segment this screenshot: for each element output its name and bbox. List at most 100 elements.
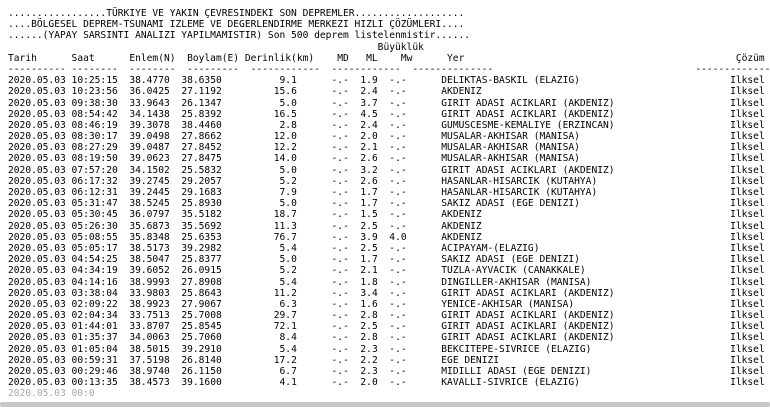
cell-solution: Ilksel [730, 254, 765, 266]
cell-solution: Ilksel [730, 75, 765, 87]
cell-lat: 33.9803 [129, 287, 170, 299]
cell-lat: 33.7513 [129, 310, 170, 322]
cell-md: -.- [331, 343, 349, 355]
table-row: 2020.05.03 04:14:16 38.9993 27.8908 5.4 … [8, 277, 770, 288]
cell-depth: 72.1 [273, 321, 297, 333]
cell-ml: 3.2 [360, 164, 378, 176]
cell-location: DINGILLER-AKHISAR (MANISA) [441, 276, 731, 288]
table-row: 2020.05.03 06:12:31 39.2445 29.1683 7.9 … [8, 187, 770, 198]
cell-ml: 2.8 [360, 310, 378, 322]
cell-lat: 33.9643 [129, 97, 170, 109]
cell-time: 10:23:56 [71, 86, 118, 98]
cell-lat: 38.5245 [129, 198, 170, 210]
cell-depth: 12.2 [273, 142, 297, 154]
cell-location: AKDENIZ [441, 209, 731, 221]
cell-md: -.- [331, 187, 349, 198]
horizontal-scrollbar[interactable] [0, 401, 770, 408]
cell-mw: -.- [389, 276, 407, 288]
cell-lon: 25.8377 [181, 254, 222, 266]
cell-depth: 6.3 [279, 298, 297, 310]
cell-lon: 35.5182 [181, 209, 222, 221]
cell-date: 2020.05.03 [8, 354, 66, 366]
cell-depth: 5.0 [279, 198, 297, 210]
cell-date: 2020.05.03 [8, 242, 66, 254]
column-header-line: Tarih Saat Enlem(N) Boylam(E) Derinlik(k… [8, 53, 770, 64]
cell-mw: -.- [389, 75, 407, 87]
cell-ml: 3.7 [360, 97, 378, 109]
col-depth: Derinlik(km) [244, 52, 338, 64]
table-row: 2020.05.03 08:46:19 39.3078 38.4460 2.8 … [8, 120, 770, 131]
cell-location: YENICE-AKHISAR (MANISA) [441, 298, 731, 310]
cell-lon: 25.8392 [181, 108, 222, 120]
cell-mw: -.- [389, 377, 407, 389]
col-solution: Çözüm Niteligi [735, 52, 765, 64]
cell-date: 2020.05.03 [8, 332, 66, 344]
cell-time: 06:17:32 [71, 175, 118, 187]
cell-lat: 38.5015 [129, 343, 170, 355]
cell-location: GIRIT ADASI ACIKLARI (AKDENIZ) [441, 332, 731, 344]
cell-ml: 2.0 [360, 131, 378, 143]
page-viewport: .................TÜRKIYE VE YAKIN ÇEVRES… [0, 0, 770, 408]
cell-time: 05:05:17 [71, 242, 118, 254]
column-separator: ---------- -------- -------- --------- -… [8, 63, 770, 75]
cell-mw: -.- [389, 119, 407, 131]
cell-lat: 35.6873 [129, 220, 170, 232]
cell-ml: 2.0 [360, 377, 378, 389]
cell-date: 2020.05.03 [8, 131, 66, 143]
cell-ml: 2.6 [360, 153, 378, 165]
cell-time: 07:57:20 [71, 164, 118, 176]
cell-mw: -.- [389, 354, 407, 366]
cell-md: -.- [331, 231, 349, 243]
cell-time: 06:12:31 [71, 187, 118, 198]
cell-mw: -.- [389, 366, 407, 377]
cell-depth: 8.4 [279, 332, 297, 344]
cell-location: MUSALAR-AKHISAR (MANISA) [441, 153, 731, 165]
cell-lon: 27.8475 [181, 153, 222, 165]
cell-solution: Ilksel [730, 354, 765, 366]
cell-date: 2020.05.03 [8, 310, 66, 322]
table-row: 2020.05.03 08:27:29 39.0487 27.8452 12.2… [8, 142, 770, 153]
cell-solution: Ilksel [730, 164, 765, 176]
cell-mw: -.- [389, 332, 407, 344]
cell-md: -.- [331, 265, 349, 277]
cell-mw: -.- [389, 209, 407, 221]
cell-depth: 6.7 [279, 366, 297, 377]
cell-md: -.- [331, 142, 349, 154]
cell-depth: 11.2 [273, 287, 297, 299]
cell-location: SAKIZ ADASI (EGE DENIZI) [441, 198, 731, 210]
cell-date: 2020.05.03 [8, 231, 66, 243]
cell-mw: -.- [389, 175, 407, 187]
cell-solution: Ilksel [730, 310, 765, 322]
cell-depth: 17.2 [273, 354, 297, 366]
cell-location: BEKCITEPE-SIVRICE (ELAZIG) [441, 343, 731, 355]
cell-depth: 7.9 [279, 187, 297, 198]
cell-time: 04:14:16 [71, 276, 118, 288]
cell-depth: 29.7 [273, 310, 297, 322]
cell-md: -.- [331, 287, 349, 299]
cell-lat: 34.0063 [129, 332, 170, 344]
cell-lat: 36.0425 [129, 86, 170, 98]
cell-lat: 34.1502 [129, 164, 170, 176]
cell-md: -.- [331, 254, 349, 266]
cell-time: 08:27:29 [71, 142, 118, 154]
cell-location: GIRIT ADASI ACIKLARI (AKDENIZ) [441, 310, 731, 322]
cell-time: 05:30:45 [71, 209, 118, 221]
table-row: 2020.05.03 00:29:46 38.9740 26.1150 6.7 … [8, 366, 770, 377]
cell-md: -.- [331, 276, 349, 288]
cell-solution: Ilksel [730, 377, 765, 389]
cell-lat: 39.3078 [129, 119, 170, 131]
cell-mw: -.- [389, 298, 407, 310]
cell-location: GIRIT ADASI ACIKLARI (AKDENIZ) [441, 108, 731, 120]
cell-lat: 38.9740 [129, 366, 170, 377]
cell-date: 2020.05.03 [8, 97, 66, 109]
cell-solution: Ilksel [730, 209, 765, 221]
cell-mw: -.- [389, 287, 407, 299]
scrollbar-thumb[interactable] [0, 402, 770, 407]
cell-md: -.- [331, 354, 349, 366]
cell-date: 2020.05.03 [8, 287, 66, 299]
cell-location: MUSALAR-AKHISAR (MANISA) [441, 142, 731, 154]
cell-solution: Ilksel [730, 119, 765, 131]
cell-lat: 38.5173 [129, 242, 170, 254]
cell-lat: 38.5047 [129, 254, 170, 266]
cell-date: 2020.05.03 [8, 254, 66, 266]
